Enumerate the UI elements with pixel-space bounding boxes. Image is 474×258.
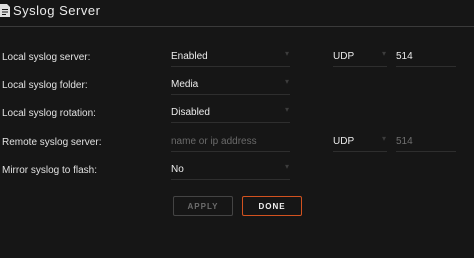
mirror-syslog-flash-value: No xyxy=(171,164,184,175)
local-syslog-folder-value: Media xyxy=(171,79,199,90)
apply-button[interactable]: APPLY xyxy=(173,196,233,216)
local-syslog-folder-label: Local syslog folder: xyxy=(2,80,88,91)
chevron-down-icon: ▾ xyxy=(381,49,386,58)
remote-syslog-protocol-value: UDP xyxy=(333,136,355,147)
remote-syslog-port-input[interactable]: 514 xyxy=(396,133,456,152)
local-syslog-rotation-select[interactable]: Disabled ▾ xyxy=(171,104,290,123)
chevron-down-icon: ▾ xyxy=(284,49,289,58)
local-syslog-protocol-select[interactable]: UDP ▾ xyxy=(333,48,387,67)
remote-syslog-port-value: 514 xyxy=(396,136,413,147)
done-button[interactable]: DONE xyxy=(242,196,302,216)
chevron-down-icon: ▾ xyxy=(284,162,289,171)
local-syslog-protocol-value: UDP xyxy=(333,51,355,62)
document-icon xyxy=(0,4,10,17)
local-syslog-port-input[interactable]: 514 xyxy=(396,48,456,67)
local-syslog-server-value: Enabled xyxy=(171,51,208,62)
remote-syslog-server-placeholder: name or ip address xyxy=(171,136,257,147)
panel-header: Syslog Server xyxy=(0,0,474,27)
local-syslog-port-value: 514 xyxy=(396,51,413,62)
syslog-server-panel: Syslog Server Local syslog server: Enabl… xyxy=(0,0,474,258)
local-syslog-server-label: Local syslog server: xyxy=(2,52,91,63)
page-title: Syslog Server xyxy=(13,3,101,18)
mirror-syslog-flash-select[interactable]: No ▾ xyxy=(171,161,290,180)
remote-syslog-protocol-select[interactable]: UDP ▾ xyxy=(333,133,387,152)
chevron-down-icon: ▾ xyxy=(284,105,289,114)
chevron-down-icon: ▾ xyxy=(381,134,386,143)
remote-syslog-server-input[interactable]: name or ip address xyxy=(171,133,290,152)
remote-syslog-server-label: Remote syslog server: xyxy=(2,137,102,148)
local-syslog-server-select[interactable]: Enabled ▾ xyxy=(171,48,290,67)
chevron-down-icon: ▾ xyxy=(284,77,289,86)
local-syslog-rotation-label: Local syslog rotation: xyxy=(2,108,96,119)
mirror-syslog-flash-label: Mirror syslog to flash: xyxy=(2,165,98,176)
local-syslog-rotation-value: Disabled xyxy=(171,107,210,118)
local-syslog-folder-select[interactable]: Media ▾ xyxy=(171,76,290,95)
